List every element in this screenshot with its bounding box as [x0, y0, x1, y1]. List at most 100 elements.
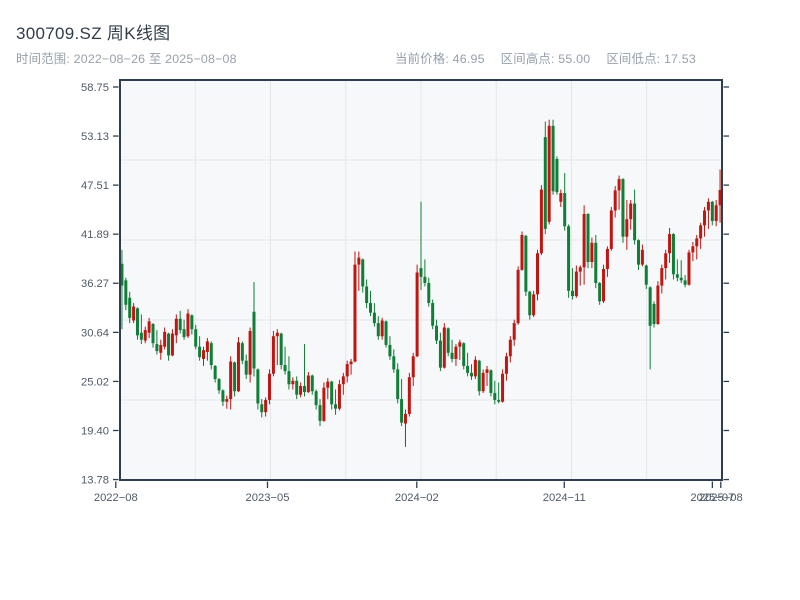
- candle-body: [143, 330, 147, 341]
- candle-body: [155, 344, 159, 352]
- candle-body: [186, 313, 190, 337]
- candle-body: [159, 344, 163, 353]
- candle-up: [353, 251, 357, 363]
- candle-body: [407, 377, 411, 414]
- candle-body: [244, 360, 248, 375]
- candle-body: [683, 280, 687, 285]
- candle-body: [322, 387, 326, 421]
- candle-body: [481, 372, 485, 392]
- y-tick-label: 13.78: [81, 475, 109, 487]
- candle-body: [671, 234, 675, 275]
- candle-body: [652, 303, 656, 324]
- candle-body: [163, 331, 167, 347]
- candle-down: [233, 361, 237, 397]
- candle-body: [539, 189, 543, 254]
- y-tick-label: 19.40: [81, 426, 109, 438]
- candle-down: [567, 224, 571, 298]
- candle-body: [178, 318, 182, 331]
- candle-body: [547, 125, 551, 222]
- candle-body: [497, 399, 501, 402]
- candle-body: [679, 277, 683, 281]
- candle-body: [435, 325, 439, 341]
- candle-body: [337, 384, 341, 409]
- candle-body: [462, 343, 466, 366]
- candle-body: [372, 312, 376, 324]
- candle-down: [621, 178, 625, 243]
- candle-body: [349, 361, 353, 365]
- candle-body: [605, 248, 609, 270]
- candle-up: [501, 369, 505, 403]
- candle-down: [462, 342, 466, 370]
- candle-body: [369, 303, 373, 313]
- candle-body: [268, 373, 272, 400]
- candle-body: [400, 399, 404, 423]
- candle-body: [403, 413, 407, 424]
- candle-body: [446, 328, 450, 353]
- candle-body: [675, 274, 679, 278]
- candle-body: [411, 356, 415, 378]
- candle-body: [703, 210, 707, 226]
- candle-up: [539, 185, 543, 256]
- candle-body: [275, 332, 279, 337]
- candle-body: [396, 369, 400, 400]
- candle-down: [431, 299, 435, 330]
- candle-body: [326, 381, 330, 388]
- candle-body: [454, 346, 458, 359]
- candle-body: [668, 234, 672, 254]
- candle-body: [442, 327, 446, 368]
- candle-body: [299, 385, 303, 395]
- candle-body: [392, 356, 396, 370]
- candle-body: [504, 356, 508, 374]
- candle-up: [271, 330, 275, 377]
- candle-body: [415, 272, 419, 357]
- candle-body: [365, 286, 369, 304]
- candle-up: [442, 323, 446, 369]
- candle-body: [182, 329, 186, 338]
- candle-down: [446, 327, 450, 357]
- candle-body: [691, 246, 695, 253]
- candle-up: [516, 266, 520, 325]
- candle-up: [547, 119, 551, 225]
- candle-body: [528, 291, 532, 316]
- candle-body: [202, 350, 206, 359]
- candle-up: [481, 369, 485, 393]
- candle-body: [279, 333, 283, 366]
- x-tick-label: 2023−05: [246, 492, 290, 504]
- candle-body: [233, 362, 237, 392]
- x-tick-label: 2024−02: [395, 492, 439, 504]
- candle-body: [567, 226, 571, 291]
- candle-body: [594, 242, 598, 283]
- candle-body: [664, 253, 668, 269]
- candle-body: [388, 344, 392, 357]
- candle-body: [287, 371, 291, 385]
- candle-body: [198, 346, 202, 358]
- candle-body: [555, 159, 559, 193]
- candle-body: [629, 203, 633, 220]
- candle-body: [209, 343, 213, 366]
- candle-body: [376, 323, 380, 337]
- candle-down: [551, 119, 555, 195]
- candle-body: [563, 193, 567, 227]
- candle-body: [501, 373, 505, 402]
- candle-up: [532, 290, 536, 318]
- candle-body: [221, 390, 225, 402]
- candle-body: [706, 201, 710, 211]
- candle-body: [361, 259, 365, 287]
- candle-body: [124, 280, 128, 305]
- candle-up: [268, 369, 272, 405]
- x-tick-label: 2025−08: [699, 492, 743, 504]
- candle-down: [555, 156, 559, 195]
- candle-body: [271, 336, 275, 374]
- candle-body: [248, 330, 252, 375]
- candle-body: [427, 282, 431, 304]
- candle-body: [260, 404, 264, 413]
- candle-body: [310, 375, 314, 392]
- candle-body: [699, 225, 703, 239]
- candle-body: [710, 201, 714, 221]
- candle-body: [473, 359, 477, 377]
- candle-body: [621, 179, 625, 237]
- candle-body: [602, 269, 606, 302]
- candle-body: [170, 333, 174, 356]
- candle-body: [384, 321, 388, 345]
- candle-body: [240, 343, 244, 361]
